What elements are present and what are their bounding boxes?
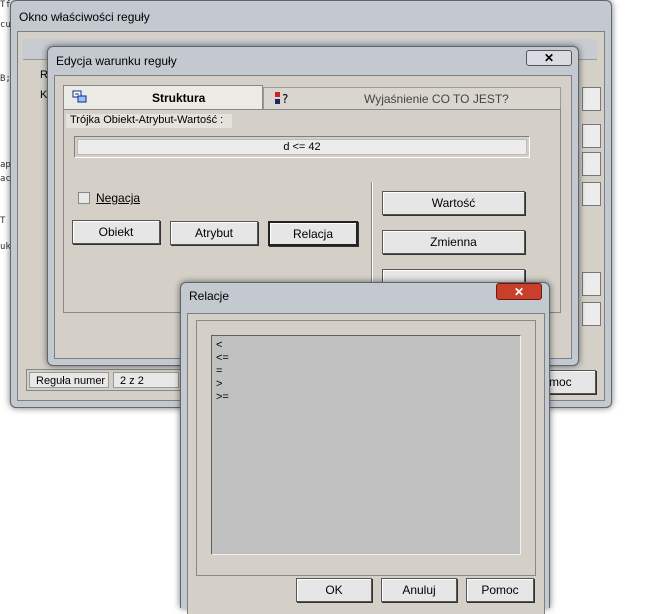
variable-button[interactable]: Zmienna [382,230,525,254]
help-button[interactable]: Pomoc [466,578,534,602]
negation-label: Negacja [96,191,141,205]
question-icon: ? [274,91,290,108]
cancel-button[interactable]: Anuluj [381,578,457,602]
tab-explanation[interactable]: ? Wyjaśnienie CO TO JEST? [263,87,561,109]
side-button-3[interactable] [582,152,601,176]
triple-label: Trójka Obiekt-Atrybut-Wartość : [66,114,232,128]
relations-group-frame: < <= = > >= [196,320,536,576]
tab-structure[interactable]: Struktura [63,85,263,109]
relations-dialog: Relacje ✕ < <= = > >= OK Anuluj Pomoc [180,282,550,614]
ok-button[interactable]: OK [296,578,372,602]
rule-number-value: 2 z 2 [113,372,179,388]
side-button-4[interactable] [582,182,601,206]
condition-close-button[interactable]: ✕ [526,50,572,66]
triple-value-field[interactable]: d <= 42 [77,139,527,155]
side-button-5[interactable] [582,272,601,296]
relation-list-item[interactable]: > [216,378,516,391]
relations-title: Relacje [189,289,230,303]
relation-list-item[interactable]: <= [216,352,516,365]
relations-listbox[interactable]: < <= = > >= [211,335,521,555]
relation-list-item[interactable]: = [216,365,516,378]
side-button-6[interactable] [582,302,601,326]
object-button[interactable]: Obiekt [72,220,160,244]
condition-edit-title: Edycja warunku reguły [56,54,177,68]
relations-close-button[interactable]: ✕ [496,283,542,300]
background-text-fragment: T [0,216,6,226]
tab-explanation-label: Wyjaśnienie CO TO JEST? [364,92,509,106]
relation-list-item[interactable]: >= [216,391,516,404]
value-button[interactable]: Wartość [382,191,525,215]
structure-icon [72,90,88,107]
svg-text:?: ? [282,92,288,105]
relation-list-item[interactable]: < [216,339,516,352]
attribute-button[interactable]: Atrybut [170,221,258,245]
rule-properties-title: Okno właściwości reguły [19,10,150,24]
rule-number-panel: Reguła numer 2 z 2 [26,369,184,391]
side-button-1[interactable] [582,87,601,111]
negation-checkbox[interactable] [78,192,90,204]
relation-button[interactable]: Relacja [268,221,358,246]
side-button-2[interactable] [582,124,601,148]
tab-structure-label: Struktura [152,91,206,105]
relations-client: < <= = > >= OK Anuluj Pomoc [187,313,545,614]
close-icon: ✕ [543,51,555,65]
close-icon: ✕ [513,284,525,299]
triple-value-frame: d <= 42 [74,136,530,158]
rule-number-label: Reguła numer [29,372,109,388]
